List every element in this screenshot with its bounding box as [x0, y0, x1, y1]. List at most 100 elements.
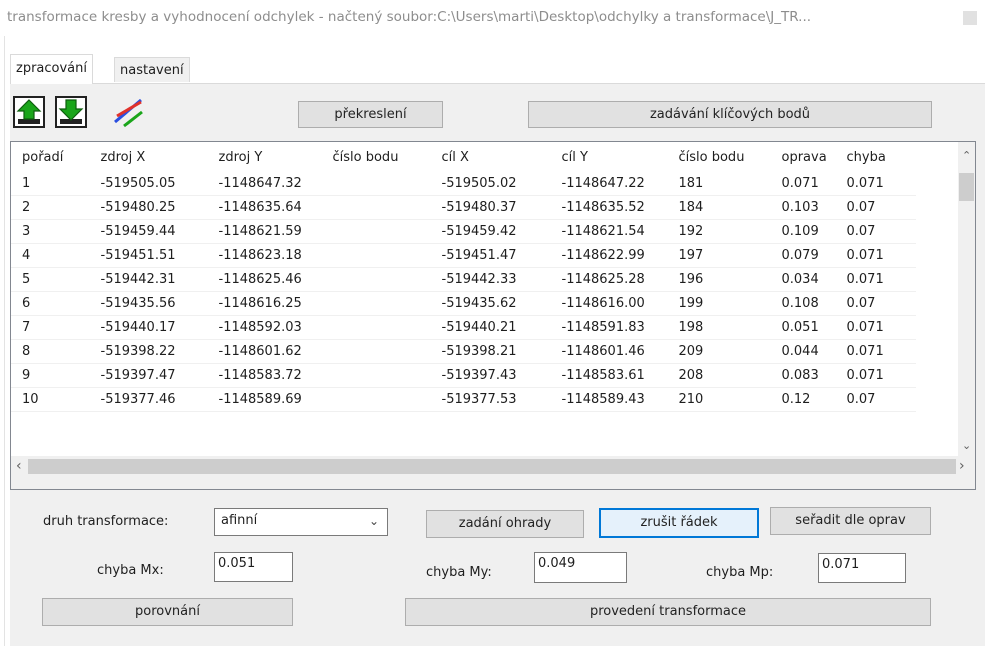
- scroll-up-icon[interactable]: ⌃: [962, 150, 971, 161]
- column-header[interactable]: zdroj Y: [207, 142, 322, 172]
- points-table[interactable]: pořadí zdroj X zdroj Y číslo bodu cíl X …: [10, 141, 976, 490]
- table-cell[interactable]: -519459.42: [430, 219, 551, 244]
- horizontal-scrollbar[interactable]: ‹ ›: [11, 456, 975, 489]
- table-cell[interactable]: 0.071: [835, 267, 916, 292]
- table-cell[interactable]: -519505.02: [430, 172, 551, 196]
- tab-nastaveni[interactable]: nastavení: [114, 57, 190, 82]
- table-cell[interactable]: -519451.51: [89, 243, 208, 268]
- table-cell[interactable]: 2: [11, 195, 90, 220]
- compare-button[interactable]: porovnání: [42, 598, 293, 626]
- table-row[interactable]: 9 -519397.47 -1148583.72 -519397.43 -1148583…: [11, 363, 916, 388]
- table-cell[interactable]: [321, 267, 431, 292]
- table-cell[interactable]: -519397.43: [430, 363, 551, 388]
- table-row[interactable]: 3 -519459.44 -1148621.59 -519459.42 -1148621…: [11, 219, 916, 244]
- table-cell[interactable]: 3: [11, 219, 90, 244]
- table-cell[interactable]: -519442.31: [89, 267, 208, 292]
- table-cell[interactable]: 0.044: [770, 339, 836, 364]
- table-cell[interactable]: 199: [667, 291, 771, 316]
- transform-type-select[interactable]: afinní ⌄: [214, 508, 388, 536]
- table-cell[interactable]: -1148622.99: [550, 243, 668, 268]
- table-cell[interactable]: 208: [667, 363, 771, 388]
- save-icon[interactable]: [55, 96, 87, 128]
- table-cell[interactable]: [321, 363, 431, 388]
- boundary-button[interactable]: zadání ohrady: [426, 510, 584, 538]
- table-cell[interactable]: 0.071: [770, 172, 836, 196]
- table-cell[interactable]: -1148616.25: [207, 291, 322, 316]
- table-cell[interactable]: [321, 243, 431, 268]
- table-cell[interactable]: 181: [667, 172, 771, 196]
- table-cell[interactable]: 210: [667, 387, 771, 412]
- scroll-right-icon[interactable]: ›: [959, 459, 965, 473]
- table-cell[interactable]: -1148623.18: [207, 243, 322, 268]
- table-cell[interactable]: -1148583.72: [207, 363, 322, 388]
- horizontal-scroll-thumb[interactable]: [28, 459, 956, 474]
- table-cell[interactable]: -1148621.59: [207, 219, 322, 244]
- vertical-scroll-thumb[interactable]: [959, 173, 974, 201]
- table-cell[interactable]: -1148583.61: [550, 363, 668, 388]
- table-cell[interactable]: -1148635.52: [550, 195, 668, 220]
- table-cell[interactable]: 0.07: [835, 219, 916, 244]
- table-cell[interactable]: [321, 172, 431, 196]
- table-cell[interactable]: [321, 195, 431, 220]
- table-cell[interactable]: -1148621.54: [550, 219, 668, 244]
- table-cell[interactable]: -519459.44: [89, 219, 208, 244]
- table-cell[interactable]: -519398.22: [89, 339, 208, 364]
- run-transformation-button[interactable]: provedení transformace: [405, 598, 931, 626]
- table-cell[interactable]: 198: [667, 315, 771, 340]
- delete-row-button[interactable]: zrušit řádek: [599, 508, 759, 538]
- table-cell[interactable]: 8: [11, 339, 90, 364]
- table-cell[interactable]: -519440.21: [430, 315, 551, 340]
- column-header[interactable]: cíl Y: [550, 142, 668, 172]
- table-cell[interactable]: 196: [667, 267, 771, 292]
- column-header[interactable]: pořadí: [11, 142, 90, 172]
- table-cell[interactable]: -1148592.03: [207, 315, 322, 340]
- table-row[interactable]: 2 -519480.25 -1148635.64 -519480.37 -1148635…: [11, 195, 916, 220]
- table-cell[interactable]: [321, 291, 431, 316]
- table-cell[interactable]: 0.071: [835, 315, 916, 340]
- table-cell[interactable]: 1: [11, 172, 90, 196]
- table-cell[interactable]: -519398.21: [430, 339, 551, 364]
- mp-field[interactable]: 0.071: [818, 553, 906, 583]
- table-cell[interactable]: -1148601.46: [550, 339, 668, 364]
- sort-by-correction-button[interactable]: seřadit dle oprav: [770, 507, 931, 535]
- table-cell[interactable]: 0.12: [770, 387, 836, 412]
- table-cell[interactable]: 209: [667, 339, 771, 364]
- table-cell[interactable]: 10: [11, 387, 90, 412]
- vertical-scrollbar[interactable]: ⌃ ⌄: [958, 142, 975, 456]
- table-cell[interactable]: -1148589.43: [550, 387, 668, 412]
- table-cell[interactable]: [321, 339, 431, 364]
- table-cell[interactable]: 9: [11, 363, 90, 388]
- table-cell[interactable]: 0.071: [835, 363, 916, 388]
- table-cell[interactable]: 192: [667, 219, 771, 244]
- column-header[interactable]: cíl X: [430, 142, 551, 172]
- table-cell[interactable]: -1148591.83: [550, 315, 668, 340]
- table-cell[interactable]: 0.034: [770, 267, 836, 292]
- table-cell[interactable]: -519442.33: [430, 267, 551, 292]
- table-cell[interactable]: 0.071: [835, 243, 916, 268]
- table-row[interactable]: 1 -519505.05 -1148647.32 -519505.02 -1148647…: [11, 172, 916, 196]
- table-cell[interactable]: -1148625.46: [207, 267, 322, 292]
- table-cell[interactable]: 6: [11, 291, 90, 316]
- table-cell[interactable]: [321, 315, 431, 340]
- table-cell[interactable]: -519480.37: [430, 195, 551, 220]
- scroll-down-icon[interactable]: ⌄: [962, 440, 971, 451]
- table-cell[interactable]: 197: [667, 243, 771, 268]
- mx-field[interactable]: 0.051: [214, 552, 293, 582]
- column-header[interactable]: zdroj X: [89, 142, 208, 172]
- table-cell[interactable]: 4: [11, 243, 90, 268]
- redraw-button[interactable]: překreslení: [298, 101, 443, 128]
- column-header[interactable]: číslo bodu: [667, 142, 771, 172]
- table-cell[interactable]: 0.103: [770, 195, 836, 220]
- tab-zpracovani[interactable]: zpracování: [10, 54, 93, 84]
- my-field[interactable]: 0.049: [534, 552, 627, 583]
- table-cell[interactable]: 0.083: [770, 363, 836, 388]
- table-row[interactable]: 6 -519435.56 -1148616.25 -519435.62 -1148616…: [11, 291, 916, 316]
- table-row[interactable]: 5 -519442.31 -1148625.46 -519442.33 -1148625…: [11, 267, 916, 292]
- table-cell[interactable]: 0.07: [835, 387, 916, 412]
- lines-icon[interactable]: [112, 96, 144, 128]
- table-row[interactable]: 7 -519440.17 -1148592.03 -519440.21 -1148591…: [11, 315, 916, 340]
- table-cell[interactable]: -519505.05: [89, 172, 208, 196]
- table-cell[interactable]: 0.071: [835, 172, 916, 196]
- table-cell[interactable]: 0.07: [835, 195, 916, 220]
- table-cell[interactable]: -1148635.64: [207, 195, 322, 220]
